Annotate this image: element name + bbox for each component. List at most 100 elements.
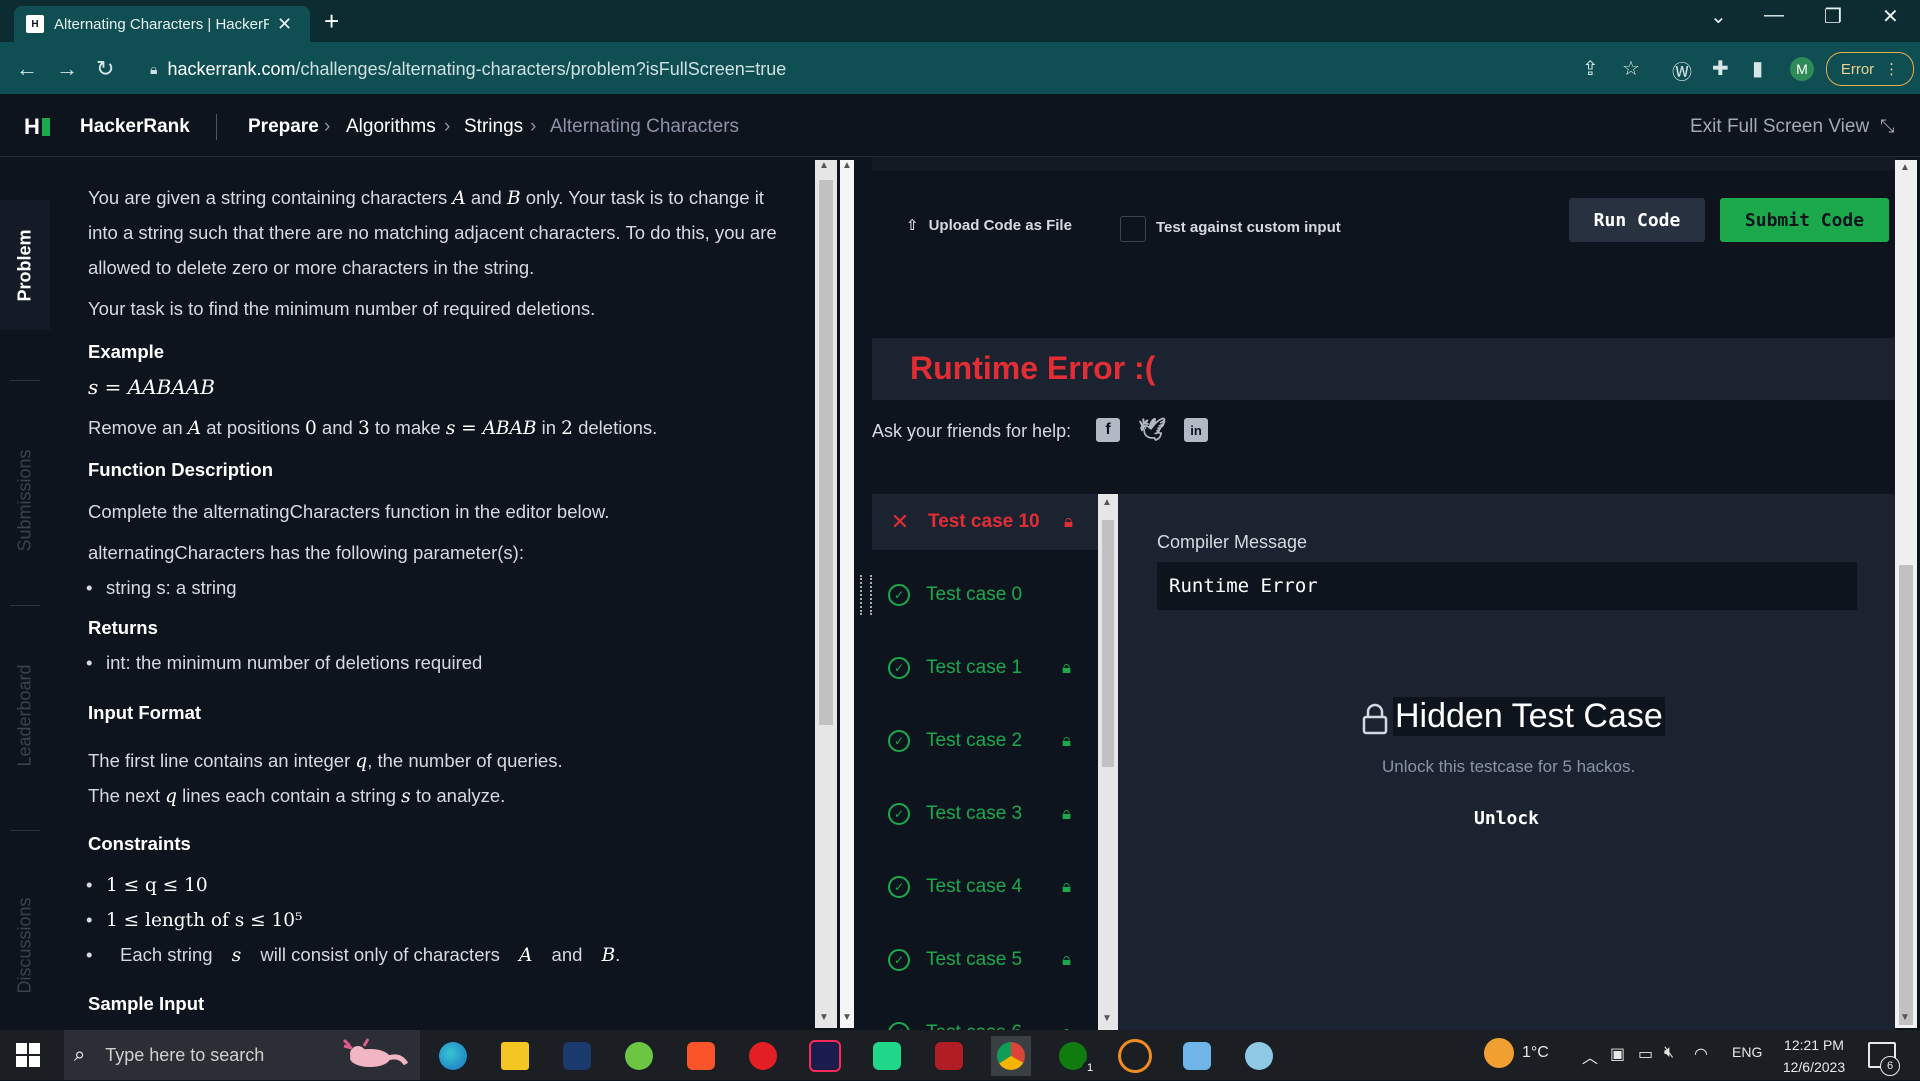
scroll-down-arrow-icon[interactable]: ▼: [842, 1012, 852, 1023]
remove-text: Remove an A at positions 0 and 3 to make…: [88, 417, 658, 439]
menu-kebab-icon: ⋮: [1884, 61, 1900, 78]
tab-search-chevron-icon[interactable]: ⌄: [1710, 4, 1727, 29]
scroll-up-arrow-icon[interactable]: ▲: [842, 160, 852, 171]
battery-icon[interactable]: ▭: [1638, 1044, 1653, 1064]
unlock-button[interactable]: Unlock: [1474, 808, 1539, 829]
clock-date: 12/6/2023: [1782, 1059, 1846, 1075]
app-green-refresh-icon[interactable]: [619, 1036, 659, 1076]
run-code-button[interactable]: Run Code: [1569, 198, 1705, 242]
test-case-row[interactable]: ✓ Test case 3 🔒︎: [888, 794, 1071, 834]
twitter-icon[interactable]: 🕊︎: [1138, 417, 1166, 442]
side-panel-icon[interactable]: ▮: [1752, 56, 1763, 81]
share-icon[interactable]: ⇪: [1582, 56, 1599, 81]
network-monitor-icon[interactable]: ▣: [1610, 1044, 1625, 1064]
breadcrumb-prepare[interactable]: Prepare: [248, 116, 319, 138]
scroll-down-arrow-icon[interactable]: ▼: [819, 1012, 829, 1023]
breadcrumb-algorithms[interactable]: Algorithms: [346, 116, 436, 138]
brave-icon[interactable]: [681, 1036, 721, 1076]
custom-input-checkbox[interactable]: [1120, 216, 1146, 242]
language-indicator[interactable]: ENG: [1732, 1044, 1762, 1060]
restore-icon[interactable]: ❐: [1824, 4, 1842, 29]
hackerrank-logo-icon[interactable]: H: [24, 114, 50, 140]
app-blue-icon[interactable]: [557, 1036, 597, 1076]
volume-icon[interactable]: 🔇︎: [1664, 1044, 1674, 1062]
upload-code-button[interactable]: ⇧ Upload Code as File: [906, 216, 1072, 234]
scroll-down-arrow-icon[interactable]: ▼: [1900, 1012, 1910, 1023]
url-text: hackerrank.com/challenges/alternating-ch…: [167, 58, 787, 79]
tab-discussions[interactable]: Discussions: [0, 870, 50, 1020]
app-blue-cube-icon[interactable]: [1177, 1036, 1217, 1076]
tab-leaderboard[interactable]: Leaderboard: [0, 640, 50, 790]
bookmark-star-icon[interactable]: ☆: [1622, 56, 1640, 81]
profile-avatar[interactable]: M: [1790, 57, 1814, 81]
test-case-row[interactable]: ✓ Test case 2 🔒︎: [888, 721, 1071, 761]
chrome-icon[interactable]: [991, 1036, 1031, 1076]
notification-count: 6: [1880, 1056, 1900, 1076]
panel-resize-handle[interactable]: [860, 575, 872, 615]
input-line-1: The first line contains an integer q, th…: [88, 750, 563, 772]
custom-input-label[interactable]: Test against custom input: [1156, 219, 1341, 236]
close-tab-icon[interactable]: ✕: [277, 14, 292, 35]
close-window-icon[interactable]: ✕: [1882, 4, 1899, 29]
breadcrumb-strings[interactable]: Strings: [464, 116, 523, 138]
test-case-label: Test case 4: [926, 876, 1023, 897]
windows-start-icon[interactable]: [16, 1043, 40, 1067]
test-list-scrollbar-thumb[interactable]: [1102, 520, 1114, 767]
tray-chevron-icon[interactable]: ︿: [1582, 1044, 1598, 1068]
intellij-icon[interactable]: [805, 1036, 845, 1076]
clock[interactable]: 12:21 PM 12/6/2023: [1774, 1034, 1854, 1078]
url-bar[interactable]: 🔒︎ hackerrank.com/challenges/alternating…: [138, 52, 1598, 86]
minimize-icon[interactable]: —: [1764, 4, 1784, 27]
back-icon[interactable]: ←: [16, 56, 38, 82]
breadcrumb-chevron-icon: ›: [324, 116, 331, 137]
submit-code-button[interactable]: Submit Code: [1720, 198, 1889, 242]
browser-error-button[interactable]: Error ⋮: [1826, 52, 1914, 86]
test-case-row[interactable]: ✓ Test case 4 🔒︎: [888, 867, 1071, 907]
breadcrumb-chevron-icon: ›: [444, 116, 451, 137]
clock-time: 12:21 PM: [1784, 1037, 1844, 1053]
scroll-up-arrow-icon[interactable]: ▲: [1102, 497, 1112, 508]
edge-icon[interactable]: [433, 1036, 473, 1076]
tab-submissions[interactable]: Submissions: [0, 420, 50, 580]
pass-check-icon: ✓: [888, 657, 910, 679]
page-scrollbar-thumb[interactable]: [1899, 565, 1913, 1025]
wifi-icon[interactable]: ◠: [1694, 1044, 1708, 1064]
scroll-up-arrow-icon[interactable]: ▲: [1900, 162, 1910, 173]
test-case-row[interactable]: ✓ Test case 1 🔒︎: [888, 648, 1071, 688]
brand-name[interactable]: HackerRank: [80, 116, 190, 138]
pass-check-icon: ✓: [888, 803, 910, 825]
test-case-row[interactable]: ✓ Test case 0: [888, 575, 1062, 615]
constraint-3: Each string s will consist only of chara…: [86, 944, 620, 966]
test-case-row[interactable]: ✕ Test case 10 🔒︎: [888, 502, 1073, 542]
scroll-down-arrow-icon[interactable]: ▼: [1102, 1013, 1112, 1024]
linkedin-icon[interactable]: in: [1184, 418, 1208, 442]
pycharm-icon[interactable]: [867, 1036, 907, 1076]
file-explorer-icon[interactable]: [495, 1036, 535, 1076]
facebook-icon[interactable]: f: [1096, 418, 1120, 442]
test-case-label: Test case 5: [926, 949, 1023, 970]
forward-icon[interactable]: →: [56, 56, 78, 82]
browser-tab[interactable]: H Alternating Characters | HackerR ✕: [14, 6, 310, 42]
tab-title: Alternating Characters | HackerR: [54, 15, 269, 33]
reload-icon[interactable]: ↻: [96, 56, 114, 82]
extension-w-icon[interactable]: Ⓦ: [1672, 56, 1692, 85]
pass-check-icon: ✓: [888, 876, 910, 898]
extensions-puzzle-icon[interactable]: ✚: [1712, 56, 1729, 81]
new-tab-icon[interactable]: +: [324, 6, 339, 37]
problem-scrollbar-thumb[interactable]: [819, 180, 833, 725]
weather-icon[interactable]: [1484, 1038, 1514, 1068]
exit-fullscreen-link[interactable]: Exit Full Screen View: [1690, 116, 1869, 138]
params-text: alternatingCharacters has the following …: [88, 542, 524, 563]
input-format-heading: Input Format: [88, 702, 202, 723]
app-dragon-icon[interactable]: [929, 1036, 969, 1076]
app-red-circle-icon[interactable]: [743, 1036, 783, 1076]
tab-problem[interactable]: Problem: [0, 200, 50, 330]
app-orange-icon[interactable]: [1115, 1036, 1155, 1076]
intro-line-2: into a string such that there are no mat…: [88, 222, 777, 243]
collapse-icon[interactable]: ⤡: [1880, 116, 1894, 137]
scroll-up-arrow-icon[interactable]: ▲: [819, 160, 829, 171]
paint-icon[interactable]: [1239, 1036, 1279, 1076]
test-case-row[interactable]: ✓ Test case 5 🔒︎: [888, 940, 1071, 980]
temperature[interactable]: 1°C: [1522, 1044, 1549, 1062]
constraints-heading: Constraints: [88, 833, 191, 854]
